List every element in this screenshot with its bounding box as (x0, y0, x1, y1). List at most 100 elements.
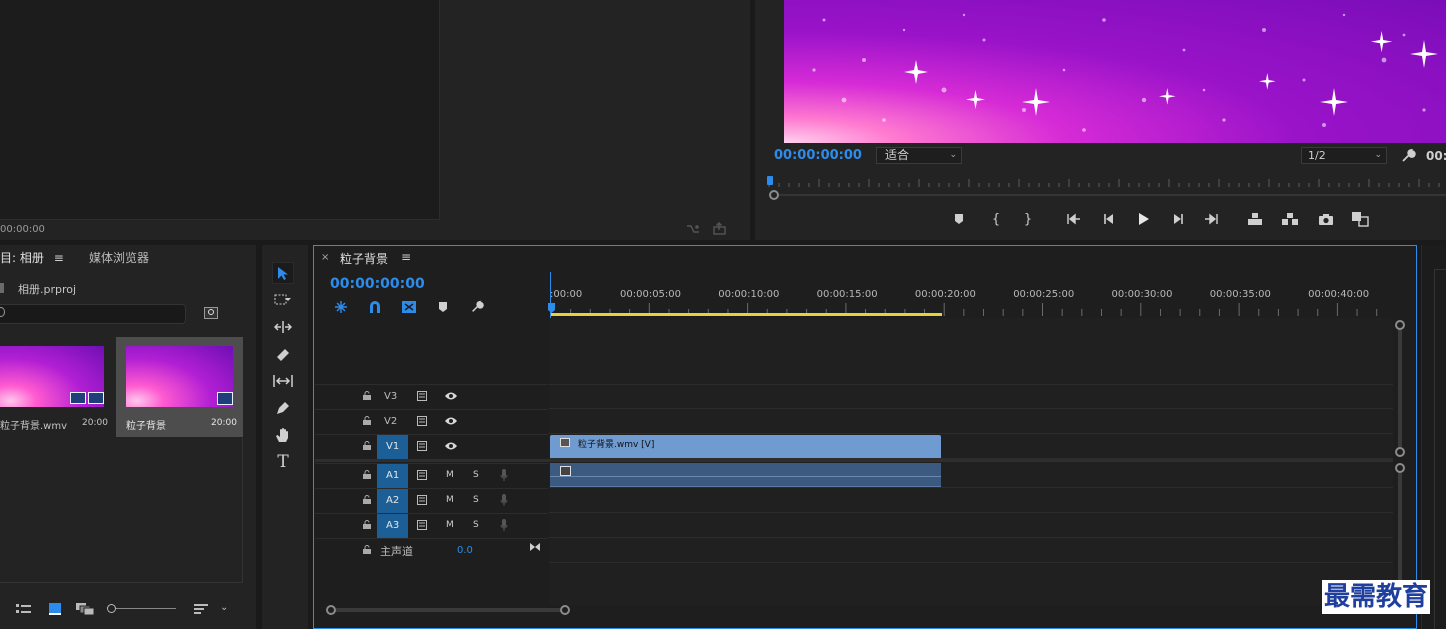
lock-icon[interactable] (363, 391, 371, 400)
timeline-horizontal-scrollbar[interactable] (326, 605, 1396, 615)
source-export-icon[interactable] (712, 222, 728, 236)
timeline-settings-wrench-icon[interactable] (466, 296, 488, 318)
lift-button[interactable] (1244, 208, 1266, 230)
sync-lock-icon[interactable] (417, 441, 429, 451)
zoom-slider[interactable] (107, 604, 177, 614)
microphone-icon[interactable] (500, 518, 508, 532)
eye-icon[interactable] (444, 441, 458, 451)
eye-icon[interactable] (444, 416, 458, 426)
watermark-logo: 最需教育 (1322, 580, 1431, 614)
work-area-bar[interactable] (551, 313, 942, 316)
program-playhead-marker[interactable] (767, 176, 773, 185)
sequence-name: 粒子背景 (126, 421, 166, 432)
hamburger-menu-icon[interactable]: ≡ (401, 250, 411, 264)
hand-tool-icon[interactable] (272, 424, 294, 446)
sequence-tab[interactable]: 粒子背景 (340, 250, 388, 267)
tab-project[interactable]: 目: 相册 ≡ (0, 249, 64, 269)
list-view-icon[interactable] (16, 603, 32, 615)
nest-toggle-icon[interactable] (330, 296, 352, 318)
track-label-a3[interactable]: A3 (386, 520, 399, 531)
program-resolution-select[interactable]: 1/2 ⌄ (1301, 147, 1387, 164)
timeline-vertical-scrollbar[interactable] (1395, 320, 1405, 610)
icon-view-icon[interactable] (49, 603, 61, 615)
sync-lock-icon[interactable] (417, 495, 429, 505)
timeline-timecode[interactable]: 00:00:00:00 (330, 276, 425, 292)
sort-icon[interactable] (194, 603, 208, 615)
sync-lock-icon[interactable] (417, 416, 429, 426)
master-volume-value[interactable]: 0.0 (457, 545, 473, 556)
track-label-v2[interactable]: V2 (384, 416, 397, 427)
solo-button[interactable]: S (473, 495, 479, 505)
program-mini-ruler[interactable] (765, 178, 1446, 188)
wrench-icon[interactable] (1400, 148, 1416, 164)
close-icon[interactable]: × (321, 252, 329, 263)
new-bin-search-icon[interactable] (204, 307, 218, 319)
project-item-selected[interactable]: 粒子背景 20:00 (116, 337, 243, 437)
lock-icon[interactable] (363, 470, 371, 479)
razor-tool-icon[interactable] (272, 343, 294, 365)
ripple-edit-tool-icon[interactable] (272, 316, 294, 338)
comparison-view-button[interactable] (1349, 208, 1371, 230)
program-zoom-select[interactable]: 适合 ⌄ (876, 147, 962, 164)
go-to-in-button[interactable] (1062, 208, 1084, 230)
tab-media-browser[interactable]: 媒体浏览器 (89, 249, 149, 266)
microphone-icon[interactable] (500, 493, 508, 507)
pen-tool-icon[interactable] (272, 397, 294, 419)
go-to-end-icon[interactable] (529, 542, 541, 552)
microphone-icon[interactable] (500, 468, 508, 482)
track-label-a2[interactable]: A2 (386, 495, 399, 506)
play-button[interactable] (1132, 208, 1154, 230)
snap-magnet-icon[interactable] (364, 296, 386, 318)
chevron-down-icon[interactable]: ⌄ (220, 602, 228, 613)
lock-icon[interactable] (363, 545, 371, 554)
slip-tool-icon[interactable] (272, 370, 294, 392)
mute-button[interactable]: M (446, 520, 454, 530)
mark-out-button[interactable]: } (1017, 208, 1039, 230)
ruler-tick-label: 00:00:05:00 (620, 289, 682, 300)
solo-button[interactable]: S (473, 470, 479, 480)
track-label-a1[interactable]: A1 (386, 470, 399, 481)
lock-icon[interactable] (363, 441, 371, 450)
linked-selection-icon[interactable] (398, 296, 420, 318)
track-label-v1[interactable]: V1 (386, 441, 399, 452)
sync-lock-icon[interactable] (417, 520, 429, 530)
add-marker-icon[interactable] (432, 296, 454, 318)
source-insert-audio-icon[interactable] (686, 223, 700, 235)
lock-icon[interactable] (363, 416, 371, 425)
source-monitor-viewer[interactable] (0, 0, 440, 220)
project-filename: 相册.prproj (18, 283, 77, 296)
lock-icon[interactable] (363, 495, 371, 504)
project-search-input[interactable] (0, 304, 186, 324)
eye-icon[interactable] (444, 391, 458, 401)
project-item[interactable]: 粒子背景.wmv 20:00 (0, 337, 113, 437)
camera-icon[interactable] (1315, 208, 1337, 230)
step-forward-button[interactable] (1168, 208, 1190, 230)
fx-badge-icon (560, 466, 571, 476)
audio-clip[interactable] (550, 463, 941, 487)
sparkle-particles (812, 13, 1438, 132)
step-back-button[interactable] (1097, 208, 1119, 230)
selection-tool-icon[interactable] (272, 262, 294, 284)
track-header-v2: V2 (315, 409, 548, 433)
freeform-view-icon[interactable] (76, 603, 94, 615)
sync-lock-icon[interactable] (417, 470, 429, 480)
mark-in-button[interactable]: { (985, 208, 1007, 230)
audio-clip-badge-icon (88, 392, 104, 404)
track-select-tool-icon[interactable] (272, 289, 294, 311)
add-marker-button[interactable] (948, 208, 970, 230)
program-timecode[interactable]: 00:00:00:00 (774, 148, 862, 163)
program-scrollbar[interactable] (769, 190, 1446, 200)
track-label-v3[interactable]: V3 (384, 391, 397, 402)
video-clip[interactable]: 粒子背景.wmv [V] (550, 435, 941, 458)
lock-icon[interactable] (363, 520, 371, 529)
extract-button[interactable] (1279, 208, 1301, 230)
program-video-frame[interactable] (784, 0, 1446, 143)
solo-button[interactable]: S (473, 520, 479, 530)
hamburger-menu-icon[interactable]: ≡ (54, 251, 64, 265)
mute-button[interactable]: M (446, 470, 454, 480)
mute-button[interactable]: M (446, 495, 454, 505)
sync-lock-icon[interactable] (417, 391, 429, 401)
search-icon (0, 307, 5, 317)
type-tool-icon[interactable]: T (272, 451, 294, 473)
go-to-out-button[interactable] (1201, 208, 1223, 230)
